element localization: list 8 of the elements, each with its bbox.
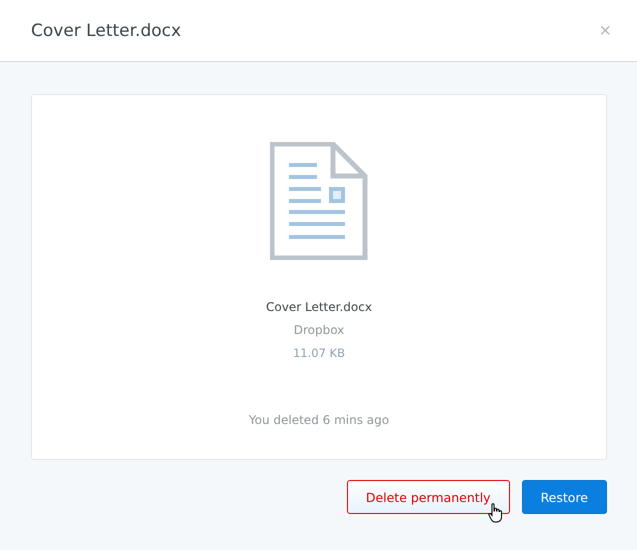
restore-button[interactable]: Restore xyxy=(522,480,607,514)
deleted-status: You deleted 6 mins ago xyxy=(248,413,390,427)
file-size: 11.07 KB xyxy=(292,346,345,360)
hand-cursor-icon xyxy=(488,503,504,523)
window-title: Cover Letter.docx xyxy=(31,20,182,40)
file-location: Dropbox xyxy=(294,323,344,337)
document-icon xyxy=(270,142,368,260)
file-name: Cover Letter.docx xyxy=(266,300,372,314)
